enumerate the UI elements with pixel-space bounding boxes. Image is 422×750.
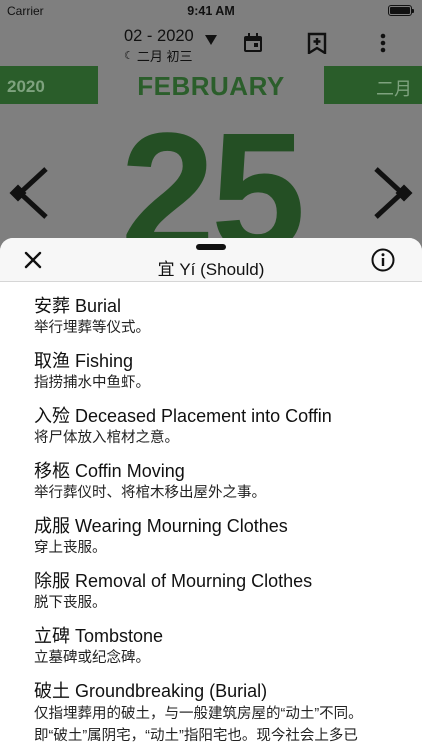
item-title: 破土 Groundbreaking (Burial): [34, 681, 268, 701]
item-title: 立碑 Tombstone: [34, 626, 164, 646]
should-sheet: 宜 Yí (Should) 安葬 Burial 举行埋葬等仪式。 取渔 Fish…: [0, 238, 422, 750]
lunar-date-label: 二月 初三: [136, 49, 193, 64]
list-item[interactable]: 安葬 Burial 举行埋葬等仪式。: [34, 294, 412, 349]
previous-day-arrow-icon[interactable]: [8, 167, 48, 219]
next-day-arrow-icon[interactable]: [374, 167, 414, 219]
item-title: 安葬 Burial: [34, 296, 122, 316]
item-description: 举行葬仪时、将棺木移出屋外之事。: [34, 485, 266, 501]
list-item[interactable]: 破土 Groundbreaking (Burial) 仅指埋葬用的破土，与一般建…: [34, 679, 412, 744]
list-item[interactable]: 除服 Removal of Mourning Clothes 脱下丧服。: [34, 569, 412, 624]
sheet-grabber-handle[interactable]: [196, 244, 226, 250]
item-description: 仅指埋葬用的破土，与一般建筑房屋的“动土”不同。: [34, 706, 363, 722]
item-description: 脱下丧服。: [34, 595, 107, 611]
status-bar: Carrier 9:41 AM: [0, 0, 422, 22]
nav-bar: 02 - 2020 ☾ 二月 初三: [0, 22, 422, 66]
sheet-header: 宜 Yí (Should): [0, 238, 422, 282]
item-description: 举行埋葬等仪式。: [34, 320, 150, 336]
item-description-continued: 即“破土”属阴宅，“动土”指阳宅也。现今社会上多已: [34, 728, 358, 744]
list-item[interactable]: 成服 Wearing Mourning Clothes 穿上丧服。: [34, 514, 412, 569]
status-time: 9:41 AM: [187, 4, 235, 18]
lunar-date: ☾ 二月 初三: [124, 46, 193, 65]
more-vertical-icon[interactable]: [371, 31, 395, 55]
moon-icon: ☾: [124, 50, 134, 62]
item-title: 取渔 Fishing: [34, 351, 134, 371]
list-item[interactable]: 移柩 Coffin Moving 举行葬仪时、将棺木移出屋外之事。: [34, 459, 412, 514]
bookmark-add-icon[interactable]: [305, 31, 329, 55]
info-icon[interactable]: [371, 248, 395, 272]
list-item[interactable]: 立碑 Tombstone 立墓碑或纪念碑。: [34, 624, 412, 679]
item-title: 除服 Removal of Mourning Clothes: [34, 571, 313, 591]
banner-lunar-month: 二月: [376, 79, 412, 99]
item-description: 指捞捕水中鱼虾。: [34, 375, 150, 391]
item-description: 立墓碑或纪念碑。: [34, 650, 150, 666]
item-title: 移柩 Coffin Moving: [34, 461, 185, 481]
list-item[interactable]: 取渔 Fishing 指捞捕水中鱼虾。: [34, 349, 412, 404]
battery-icon: [388, 5, 414, 16]
calendar-icon[interactable]: [241, 31, 265, 55]
date-selector[interactable]: 02 - 2020: [124, 27, 194, 46]
list-item[interactable]: 入殓 Deceased Placement into Coffin 将尸体放入棺…: [34, 404, 412, 459]
item-title: 入殓 Deceased Placement into Coffin: [34, 406, 332, 426]
chevron-down-icon[interactable]: [204, 34, 218, 49]
activity-list: 安葬 Burial 举行埋葬等仪式。 取渔 Fishing 指捞捕水中鱼虾。 入…: [34, 294, 412, 744]
item-description: 将尸体放入棺材之意。: [34, 430, 179, 446]
item-description: 穿上丧服。: [34, 540, 107, 556]
sheet-title: 宜 Yí (Should): [157, 260, 265, 279]
item-title: 成服 Wearing Mourning Clothes: [34, 516, 288, 536]
